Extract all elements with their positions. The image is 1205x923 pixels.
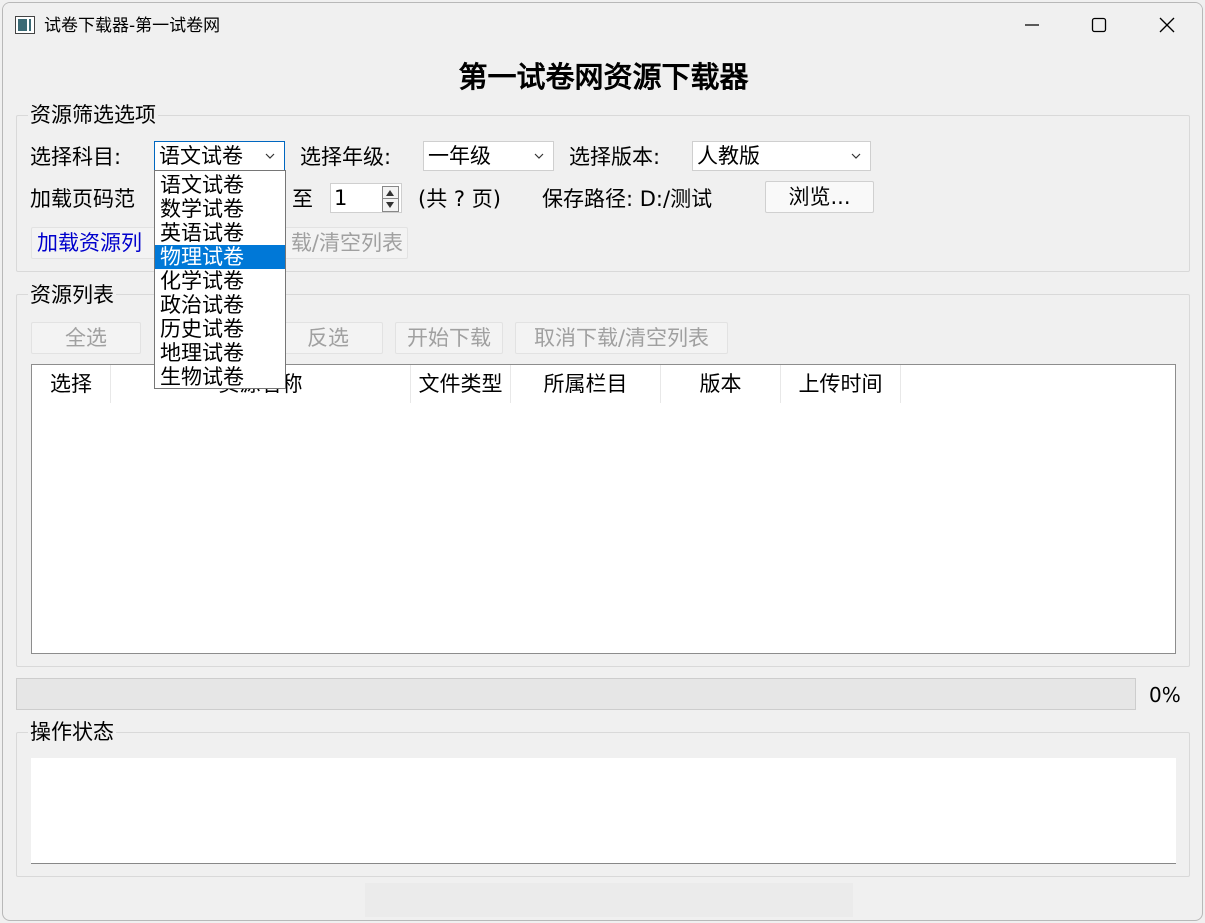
column-header-upload-time[interactable]: 上传时间 (781, 365, 901, 403)
subject-combobox[interactable]: 语文试卷 (154, 141, 285, 171)
page-end-spinbox[interactable]: 1 (330, 183, 402, 213)
column-header-file-type[interactable]: 文件类型 (411, 365, 511, 403)
chevron-down-icon (534, 153, 544, 159)
dropdown-option-math[interactable]: 数学试卷 (155, 197, 285, 221)
page-end-value: 1 (334, 186, 348, 210)
to-label: 至 (292, 187, 313, 211)
app-icon (15, 16, 35, 34)
invert-selection-button[interactable]: 反选 (273, 322, 383, 354)
grade-label: 选择年级: (300, 145, 392, 169)
spin-arrows-icon[interactable] (382, 186, 399, 212)
select-all-button[interactable]: 全选 (31, 322, 141, 354)
dropdown-option-physics[interactable]: 物理试卷 (155, 245, 285, 269)
app-window: 试卷下载器-第一试卷网 第一试卷网资源下载器 资源筛选选项 选择科目: 语文试卷… (2, 2, 1203, 921)
title-bar[interactable]: 试卷下载器-第一试卷网 (3, 3, 1202, 47)
cancel-clear-list-button[interactable]: 载/清空列表 (267, 227, 408, 259)
dropdown-option-politics[interactable]: 政治试卷 (155, 293, 285, 317)
dropdown-option-biology[interactable]: 生物试卷 (155, 365, 285, 388)
start-download-button[interactable]: 开始下载 (395, 322, 503, 354)
status-strip (365, 883, 853, 917)
total-pages-label: (共 ? 页) (418, 187, 501, 211)
status-log[interactable] (31, 758, 1176, 864)
dropdown-option-history[interactable]: 历史试卷 (155, 317, 285, 341)
progress-percent: 0% (1149, 683, 1181, 707)
edition-label: 选择版本: (569, 145, 661, 169)
edition-combobox[interactable]: 人教版 (692, 141, 871, 171)
column-header-edition[interactable]: 版本 (661, 365, 781, 403)
column-header-category[interactable]: 所属栏目 (511, 365, 661, 403)
resource-group-title: 资源列表 (28, 282, 116, 308)
grade-combobox-value: 一年级 (428, 144, 491, 168)
subject-dropdown-list[interactable]: 语文试卷 数学试卷 英语试卷 物理试卷 化学试卷 政治试卷 历史试卷 地理试卷 … (154, 170, 286, 389)
dropdown-option-chinese[interactable]: 语文试卷 (155, 173, 285, 197)
subject-combobox-value: 语文试卷 (159, 144, 243, 168)
maximize-button[interactable] (1065, 3, 1133, 47)
page-range-label: 加载页码范 (30, 187, 135, 211)
load-resource-list-button[interactable]: 加载资源列 (31, 227, 157, 259)
browse-button[interactable]: 浏览... (765, 181, 874, 213)
edition-combobox-value: 人教版 (697, 144, 760, 168)
page-title: 第一试卷网资源下载器 (458, 60, 749, 94)
save-path-label: 保存路径: D:/测试 (542, 187, 713, 211)
resource-table[interactable]: 选择 资源名称 文件类型 所属栏目 版本 上传时间 (31, 364, 1176, 654)
window-title: 试卷下载器-第一试卷网 (44, 16, 221, 36)
chevron-down-icon (851, 153, 861, 159)
dropdown-option-english[interactable]: 英语试卷 (155, 221, 285, 245)
column-header-select[interactable]: 选择 (32, 365, 111, 403)
grade-combobox[interactable]: 一年级 (423, 141, 554, 171)
dropdown-option-geography[interactable]: 地理试卷 (155, 341, 285, 365)
subject-label: 选择科目: (30, 145, 122, 169)
cancel-download-clear-button[interactable]: 取消下载/清空列表 (515, 322, 728, 354)
minimize-icon (1025, 24, 1039, 26)
close-button[interactable] (1133, 3, 1201, 47)
dropdown-option-chemistry[interactable]: 化学试卷 (155, 269, 285, 293)
chevron-down-icon (265, 153, 275, 159)
download-progress-bar (16, 678, 1136, 710)
filter-group-title: 资源筛选选项 (28, 102, 158, 128)
minimize-button[interactable] (998, 3, 1066, 47)
status-group-title: 操作状态 (28, 719, 116, 745)
maximize-icon (1091, 17, 1107, 33)
close-icon (1159, 17, 1175, 33)
